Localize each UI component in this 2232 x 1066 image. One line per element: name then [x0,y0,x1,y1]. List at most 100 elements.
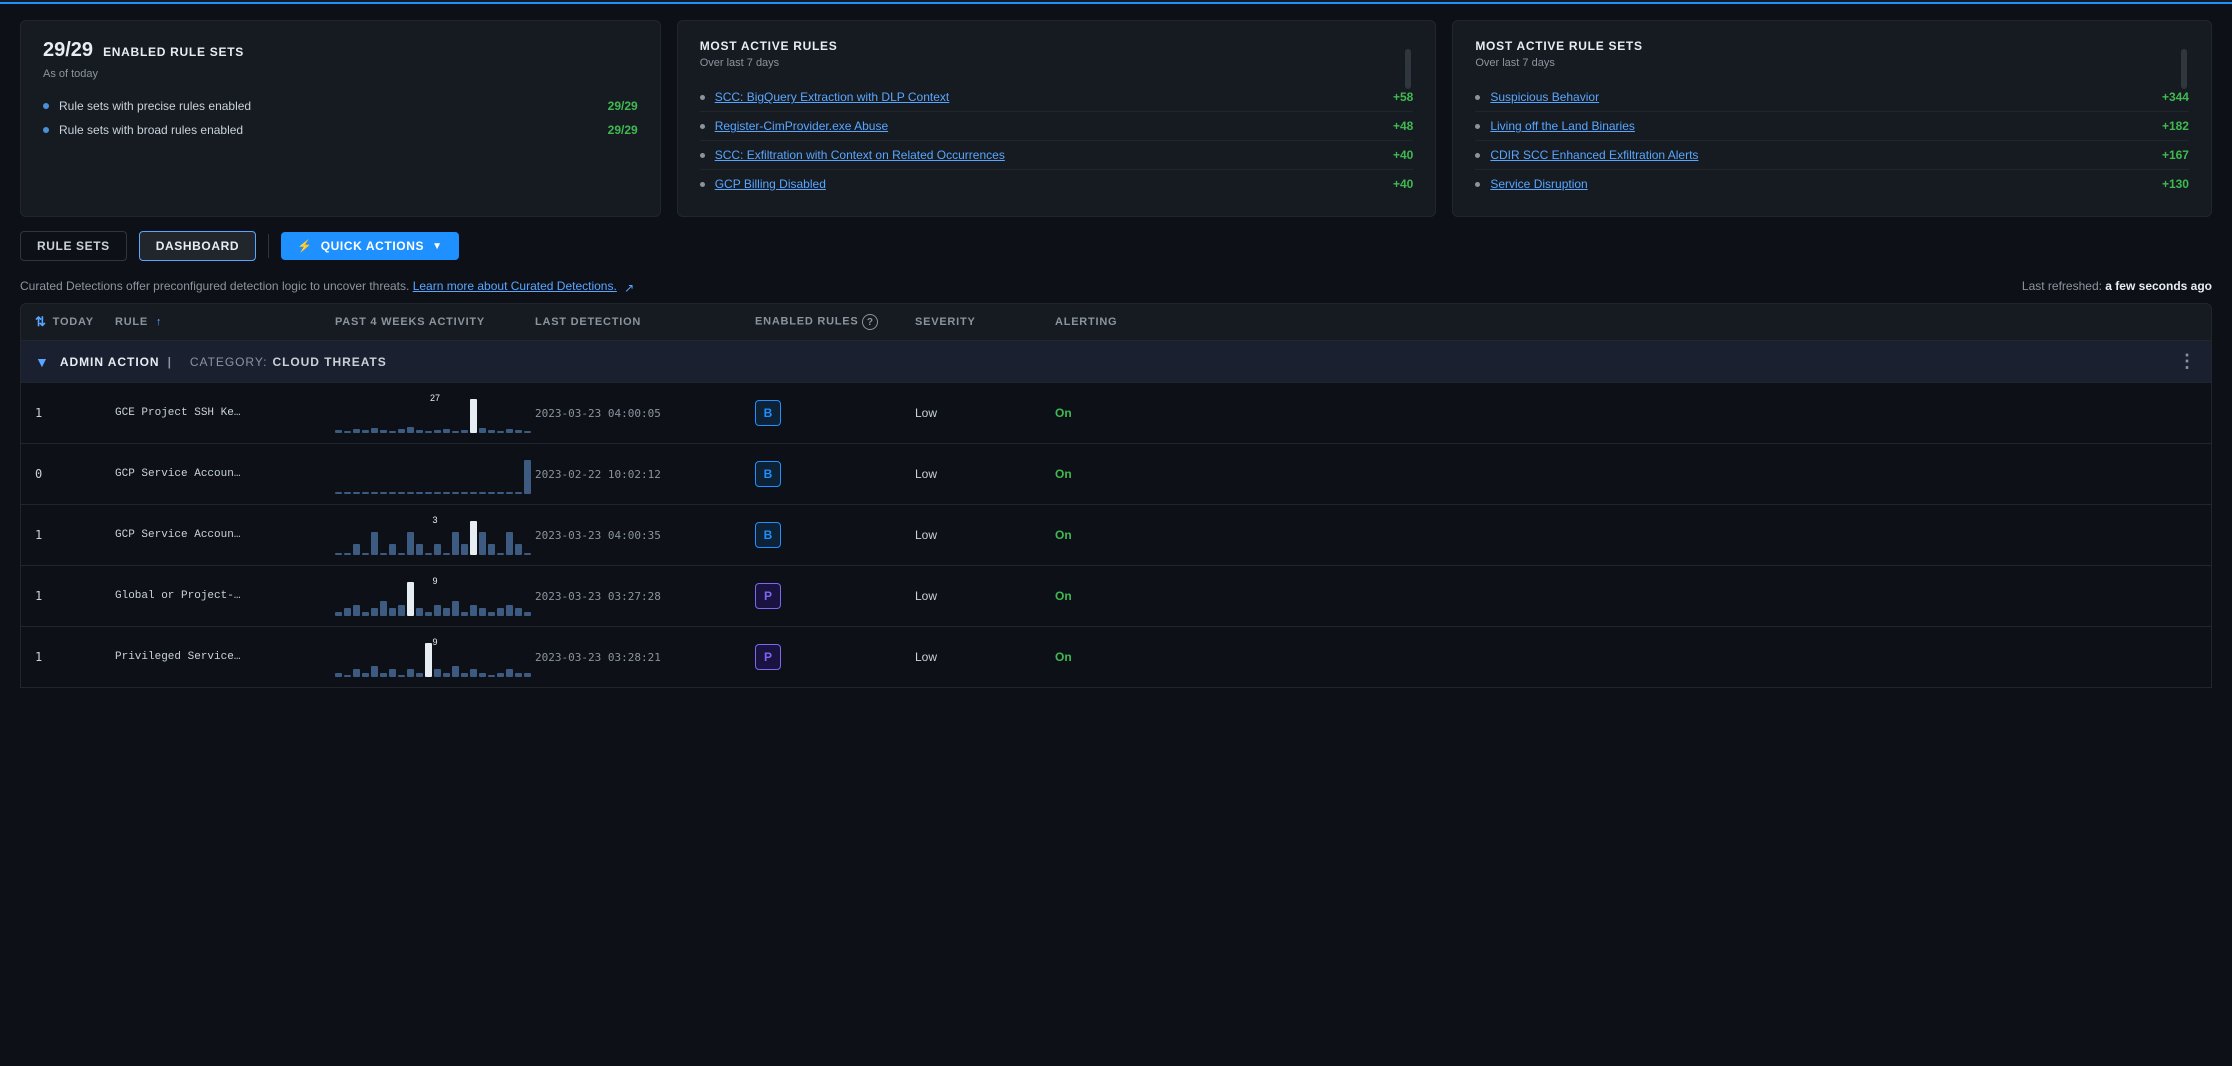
chart-bar [524,612,531,616]
chart-bar [398,675,405,677]
enabled-rules-badge: B [755,400,915,426]
chart-bar [452,492,459,494]
chart-bar [506,669,513,677]
rule-sets-rows: Rule sets with precise rules enabled 29/… [43,94,638,142]
rule-badge: B [755,522,781,548]
chart-bar [362,673,369,677]
sort-icon[interactable]: ⇅ [35,314,47,330]
rule-sets-label: ENABLED RULE SETS [103,45,244,59]
table-row[interactable]: 1 GCP Service Accoun… 3 2023-03-23 04:00… [20,505,2212,566]
rule-set-link[interactable]: CDIR SCC Enhanced Exfiltration Alerts [1490,148,2150,162]
chart-bar [344,608,351,616]
bullet-icon [700,153,705,158]
chart-bar [434,669,441,677]
scrollbar[interactable] [1405,49,1411,89]
bullet-icon [1475,124,1480,129]
rule-count: +58 [1393,90,1413,104]
rule-link[interactable]: Register-CimProvider.exe Abuse [715,119,1381,133]
info-text: Curated Detections offer preconfigured d… [20,279,636,293]
list-item: Living off the Land Binaries +182 [1475,112,2189,141]
chart-bar [470,605,477,616]
chart-bar [353,429,360,433]
help-icon[interactable]: ? [862,314,878,330]
chart-bar [398,429,405,433]
peak-label: 9 [432,576,437,586]
chart-bar [425,553,432,555]
today-count: 1 [35,650,115,664]
collapse-icon: ▼ [35,354,50,370]
chart-bar [497,673,504,677]
scrollbar[interactable] [2181,49,2187,89]
table-row[interactable]: 1 Privileged Service… 9 2023-03-23 03:28… [20,627,2212,688]
chart-bar [371,532,378,555]
bullet-icon [1475,182,1480,187]
chart-bar [479,532,486,555]
most-active-rule-sets-list: Suspicious Behavior +344 Living off the … [1475,83,2189,198]
sort-asc-icon[interactable]: ↑ [156,316,162,328]
chart-bar [335,492,342,494]
chart-bar [461,673,468,677]
category-row[interactable]: ▼ ADMIN ACTION | Category: Cloud Threats… [20,340,2212,383]
dashboard-tab[interactable]: DASHBOARD [139,231,256,261]
severity-value: Low [915,528,1055,542]
today-count: 1 [35,406,115,420]
chart-bar [362,553,369,555]
mini-chart [335,454,535,494]
chart-bar [443,673,450,677]
chart-bar [425,612,432,616]
rule-link[interactable]: SCC: Exfiltration with Context on Relate… [715,148,1381,162]
rule-sets-tab[interactable]: RULE SETS [20,231,127,261]
chart-bar [506,492,513,494]
table-row[interactable]: 1 Global or Project-… 9 2023-03-23 03:27… [20,566,2212,627]
chart-bar [380,553,387,555]
last-detection: 2023-03-23 04:00:35 [535,529,755,542]
rule-count: +40 [1393,148,1413,162]
peak-label: 27 [430,393,440,403]
precise-rules-count: 29/29 [608,99,638,113]
rule-set-link[interactable]: Living off the Land Binaries [1490,119,2150,133]
most-active-rules-list: SCC: BigQuery Extraction with DLP Contex… [700,83,1414,198]
rule-set-link[interactable]: Service Disruption [1490,177,2150,191]
today-count: 1 [35,589,115,603]
table-row[interactable]: 1 GCE Project SSH Ke… 27 2023-03-23 04:0… [20,383,2212,444]
chart-bar [515,430,522,433]
col-last-detection: LAST DETECTION [535,316,755,328]
most-active-rule-sets-title: MOST ACTIVE RULE SETS [1475,39,2189,53]
bullet-icon [700,182,705,187]
rule-link[interactable]: SCC: BigQuery Extraction with DLP Contex… [715,90,1381,104]
chart-bar [515,608,522,616]
stats-row: 29/29 ENABLED RULE SETS As of today Rule… [0,4,2232,217]
chart-bar [443,608,450,616]
bullet-icon [43,103,49,109]
chart-bar [335,612,342,616]
learn-more-link[interactable]: Learn more about Curated Detections. [413,279,617,293]
more-options-icon[interactable]: ⋮ [2178,351,2197,372]
chart-bar [452,431,459,433]
rule-set-count: +182 [2162,119,2189,133]
rule-set-link[interactable]: Suspicious Behavior [1490,90,2150,104]
chart-bar [425,492,432,494]
most-active-rule-sets-card: MOST ACTIVE RULE SETS Over last 7 days S… [1452,20,2212,217]
rule-set-count: +167 [2162,148,2189,162]
list-item: CDIR SCC Enhanced Exfiltration Alerts +1… [1475,141,2189,170]
table-row[interactable]: 0 GCP Service Accoun… 2023-02-22 10:02:1… [20,444,2212,505]
last-detection: 2023-02-22 10:02:12 [535,468,755,481]
chart-bar [506,532,513,555]
chart-bar [371,492,378,494]
external-link-icon: ↗ [624,281,636,293]
quick-actions-button[interactable]: ⚡ QUICK ACTIONS ▼ [281,232,458,260]
chart-bar [479,428,486,433]
rule-link[interactable]: GCP Billing Disabled [715,177,1381,191]
table-container: ⇅ TODAY RULE ↑ PAST 4 WEEKS ACTIVITY LAS… [0,303,2232,688]
chart-bar [389,492,396,494]
col-today: ⇅ TODAY [35,314,115,330]
info-bar: Curated Detections offer preconfigured d… [0,275,2232,303]
mini-chart: 9 [335,576,535,616]
chart-bar [497,431,504,433]
chart-bar [461,544,468,555]
chart-bar [470,492,477,494]
chart-bar [389,431,396,433]
chart-bar [515,544,522,555]
chart-bar [416,544,423,555]
chart-bar [488,675,495,677]
